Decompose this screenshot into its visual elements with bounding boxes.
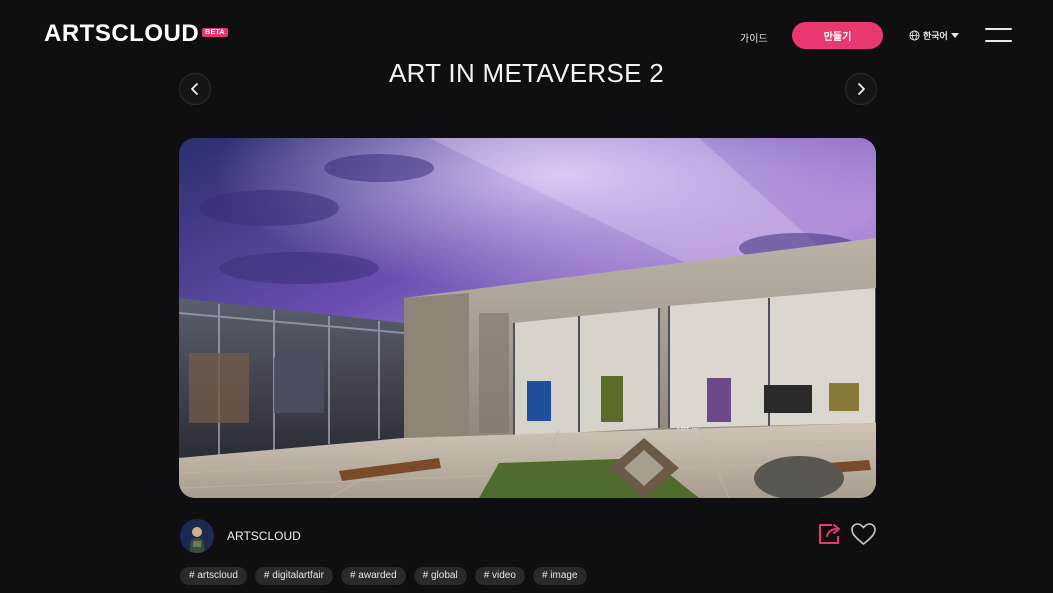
tag-list: # artscloud # digitalartfair # awarded #… (180, 567, 587, 585)
author-avatar[interactable] (180, 519, 214, 553)
share-button[interactable] (817, 522, 843, 546)
previous-button[interactable] (179, 73, 211, 105)
caret-down-icon (950, 32, 959, 38)
logo[interactable]: ARTSCLOUD BETA (44, 22, 228, 46)
avatar-image (180, 519, 214, 553)
tag[interactable]: # global (413, 567, 467, 585)
chevron-left-icon (191, 83, 198, 95)
author-name[interactable]: ARTSCLOUD (227, 529, 301, 543)
menu-line (985, 28, 1012, 30)
guide-link[interactable]: 가이드 (740, 30, 768, 45)
tag[interactable]: # digitalartfair (254, 567, 333, 585)
tag[interactable]: # image (532, 567, 587, 585)
tag[interactable]: # awarded (340, 567, 406, 585)
logo-text: ARTSCLOUD (44, 20, 200, 47)
create-button[interactable]: 만들기 (792, 22, 883, 49)
gallery-preview-image[interactable]: ART in METAVERSE 2 (179, 138, 876, 498)
language-label: 한국어 (923, 31, 948, 41)
page: ARTSCLOUD BETA 가이드 만들기 한국어 ART IN METAVE… (0, 0, 1053, 593)
heart-icon (851, 523, 876, 545)
page-title: ART IN METAVERSE 2 (388, 58, 665, 88)
hamburger-menu-icon[interactable] (985, 28, 1012, 42)
next-button[interactable] (845, 73, 877, 105)
globe-icon (909, 30, 920, 41)
menu-line (985, 40, 1012, 42)
language-selector[interactable]: 한국어 (909, 29, 959, 42)
like-button[interactable] (850, 522, 877, 546)
tag[interactable]: # video (474, 567, 525, 585)
beta-badge: BETA (202, 27, 228, 37)
gallery-scene: ART in METAVERSE 2 (179, 138, 876, 498)
tag[interactable]: # artscloud (180, 567, 247, 585)
share-icon (819, 524, 840, 544)
chevron-right-icon (858, 83, 865, 95)
